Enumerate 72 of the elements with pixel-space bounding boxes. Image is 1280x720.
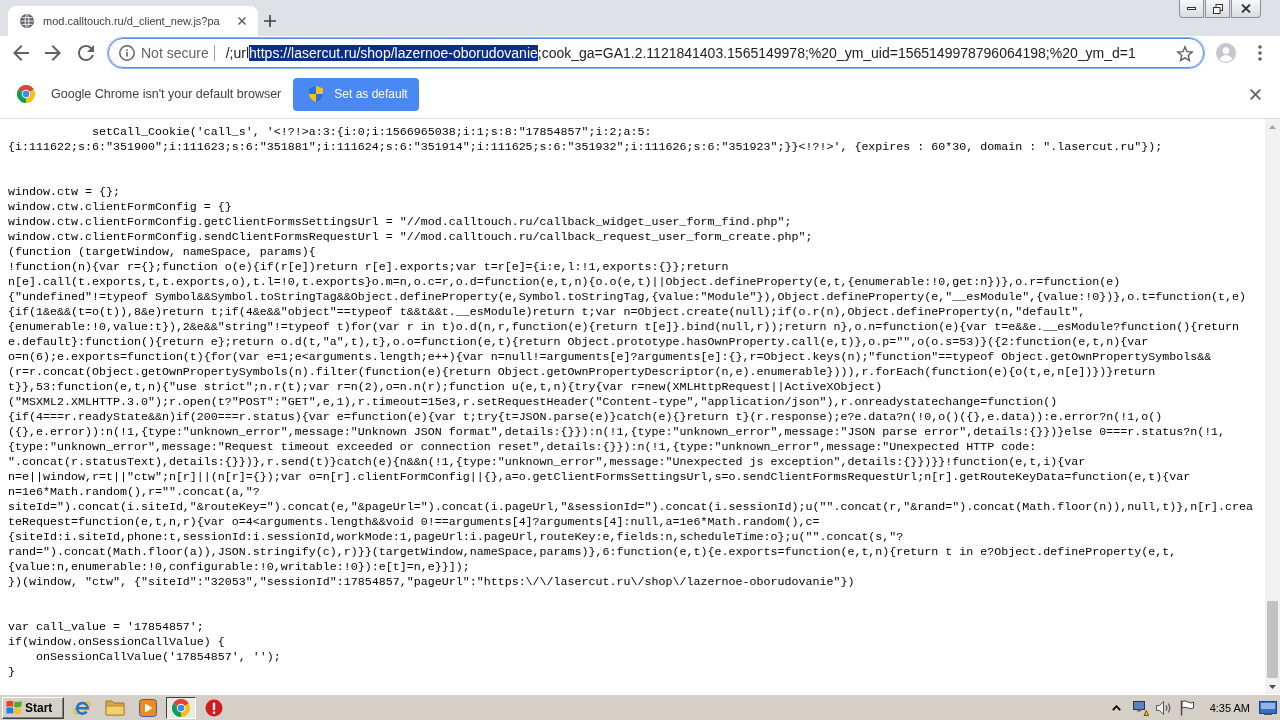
security-indicator[interactable]: Not secure bbox=[119, 45, 209, 61]
close-icon bbox=[238, 17, 246, 25]
code-line: ("MSXML2.XMLHTTP.3.0");r.open(t?"POST":"GET",e,1),r.timeout=15e3,r.setRequestHeader("Content-type","application/json"),r.onreadystatechange=function() bbox=[8, 394, 1058, 410]
code-line: siteId=").concat(i.siteId,"&routeKey=").concat(e,"&pageUrl=").concat(i.pageUrl,"&sessionId=").concat(i.sessionId);u("".concat(r,"&rand=").concat(Math.floor(n)),null,t)},n[r].crea bbox=[8, 499, 1254, 515]
code-line: ({},e.error)):n(!1,{type:"unknown_error",message:"Unknown JSON format",details:{}}):n(!1,{type:"unknown_error",message:"JSON parse error",details:{}})}else 0===r.status?n(!1, bbox=[8, 424, 1226, 440]
code-line: {"undefined"!=typeof Symbol&&Symbol.toStringTag&&Object.defineProperty(e,Symbol.toStringTag,{value:"Module"}),Object.defineProperty(e,"__esModule",{value:!0})},o.t=function(t,e) bbox=[8, 289, 1247, 305]
forward-arrow-icon bbox=[45, 45, 61, 61]
code-line: teRequest=function(e,t,n,r){var o=4<arguments.length&&void 0!==arguments[4]?arguments[4]:null,a=1e6*Math.random(),c= bbox=[8, 514, 820, 530]
star-icon bbox=[1176, 44, 1194, 62]
code-line: {i:111622;s:6:"351900";i:111623;s:6:"351881";i:111624;s:6:"351914";i:111625;s:6:"351932";i:111626;s:6:"351923";}}<!?!>', {expires : 60*30, domain : ".lasercut.ru"}); bbox=[8, 139, 1163, 155]
logo-icon bbox=[17, 85, 35, 103]
code-line: !function(n){var r={};function o(e){if(r[e])return r[e].exports;var t=r[e]={i:e,l:!1,exports:{}};return bbox=[8, 259, 729, 275]
reload-icon bbox=[78, 45, 94, 61]
close-window-button[interactable] bbox=[1231, 0, 1261, 18]
shield-icon bbox=[309, 86, 324, 102]
minimize-button[interactable] bbox=[1179, 0, 1204, 18]
plus-icon bbox=[264, 15, 276, 27]
code-line: (function (targetWindow, nameSpace, params){ bbox=[8, 244, 316, 260]
exclamation-icon bbox=[205, 698, 223, 717]
code-line: onSessionCallValue('17854857', ''); bbox=[34, 649, 281, 665]
speaker-icon[interactable] bbox=[1155, 700, 1172, 715]
down-arrow-icon[interactable] bbox=[1269, 684, 1276, 689]
start-button[interactable]: Start bbox=[2, 696, 64, 719]
code-line: rand=").concat(Math.floor(a)),JSON.stringify(c),r)}}(targetWindow,nameSpace,params)},6:function(e,t){e.exports=function(e,t,n){return t in e?Object.defineProperty(e,t, bbox=[8, 544, 1177, 560]
code-line: n=1e6*Math.random(),r="".concat(a,"? bbox=[8, 484, 260, 500]
code-line: if(window.onSessionCallValue) { bbox=[8, 634, 225, 650]
code-line: {type:"unknown_error",message:"Request timeout exceeded or connection reset",details:{}}):n(!1,{type:"unknown_error",message:"Unexpected HTTP code: bbox=[8, 439, 1037, 455]
network-warning-icon[interactable] bbox=[1132, 699, 1149, 716]
close-icon bbox=[1241, 4, 1251, 13]
code-line: window.ctw.clientFormConfig = {} bbox=[8, 199, 232, 215]
code-line: n=e||window,r=t||"ctw";n[r]||(n[r]={});var o=n[r].clientFormConfig||{},a=o.getClientFormsSettingsUrl,s=o.sendClientFormsRequestUrl;n[r].getRouteKeyData=function(e,t){var bbox=[8, 469, 1191, 485]
code-line: {enumerable:!0,value:t}),2&e&&"string"!=typeof t)for(var r in t)o.d(n,r,function(e){return t[e]}.bind(null,r));return n},o.n=function(e){var t=e&&e.__esModule?function(){return bbox=[8, 319, 1240, 335]
code-line: {value:n,enumerable:!0,configurable:!0,writable:!0}):e[t]=n,e}}]); bbox=[8, 559, 470, 575]
vertical-scrollbar[interactable] bbox=[1265, 119, 1280, 694]
code-line: window.ctw = {}; bbox=[8, 184, 120, 200]
flag-icon[interactable] bbox=[1179, 699, 1194, 716]
code-line: t}},53:function(e,t,n){"use strict";n.r(t);var r=n(2),o=n.n(r);function u(e,t,n){try{var r=new(XMLHttpRequest||ActiveXObject) bbox=[8, 379, 883, 395]
browser-tab[interactable]: mod.calltouch.ru/d_client_new.js?pa bbox=[8, 6, 258, 36]
round-logo-icon bbox=[172, 698, 190, 717]
close-icon bbox=[1249, 88, 1261, 100]
code-line: ".concat(r.statusText),details:{}})},r.send(t)}catch(e){n&&n(!1,{type:"unknown_error",message:"Unexpected js exception",details:{}})}}!function(e,t,i){var bbox=[8, 454, 1086, 470]
code-line: (r=r.concat(Object.getOwnPropertySymbols(n).filter(function(e){return Object.getOwnPropertyDescriptor(n,e).enumerable}))),r.forEach(function(e){o(t,e,n[e])})}return bbox=[8, 364, 1156, 380]
back-arrow-icon bbox=[13, 45, 29, 61]
caret-up-icon[interactable] bbox=[1111, 704, 1121, 711]
show-desktop-icon[interactable] bbox=[1259, 700, 1277, 715]
code-line: })(window, "ctw", {"siteId":"32053","sessionId":17854857,"pageUrl":"https:\/\/lasercut.ru\/shop\/lazernoe-oborudovanie"}) bbox=[8, 574, 855, 590]
code-line: window.ctw.clientFormConfig.sendClientFormsRequestUrl = "//mod.calltouch.ru/callback_request_user_form_create.php"; bbox=[8, 229, 813, 245]
infobar-message: Google Chrome isn't your default browser bbox=[51, 87, 282, 101]
globe-icon bbox=[20, 14, 34, 28]
scrollbar-thumb[interactable] bbox=[1267, 601, 1278, 678]
code-line: o=n(6);e.exports=function(t){for(var e=1;e<arguments.length;e++){var n=null!=arguments[e]?arguments[e]:{},r=Object.keys(n);"function"==typeof Object.getOwnPropertySymbols&& bbox=[8, 349, 1212, 365]
code-line: setCall_Cookie('call_s', '<!?!>a:3:{i:0;i:1566965038;i:1;s:8:"17854857";i:2;a:5: bbox=[90, 124, 652, 140]
code-line: {siteId:i.siteId,phone:t,sessionId:i.sessionId,workMode:1,pageUrl:i.pageUrl,routeKey:e,fields:n,scheduleTime:o};u("".concat(s,"? bbox=[8, 529, 904, 545]
code-line: } bbox=[8, 664, 15, 680]
folder-icon bbox=[105, 699, 125, 716]
code-line: {if(1&e&&(t=o(t)),8&e)return t;if(4&e&&"object"==typeof t&&t&&t.__esModule)return t;var n=Object.create(null);if(o.r(n),Object.defineProperty(n,"default", bbox=[8, 304, 1086, 320]
code-line: window.ctw.clientFormConfig.getClientFormsSettingsUrl = "//mod.calltouch.ru/callback_widget_user_form_find.php"; bbox=[8, 214, 792, 230]
restore-icon bbox=[1212, 3, 1223, 14]
code-line: n[e].call(t.exports,t,t.exports,o),t.l=!0,t.exports}o.m=n,o.c=r,o.d=function(e,t,n){o.o(e,t)||Object.defineProperty(e,t,{enumerable:!0,get:n})},o.r=function(e) bbox=[8, 274, 1121, 290]
menu-icon bbox=[1258, 45, 1262, 61]
start-logo-icon bbox=[6, 700, 22, 715]
avatar-icon bbox=[1216, 43, 1236, 63]
url-text: /;urlhttps://lasercut.ru/shop/lazernoe-oborudovanie;cook_ga=GA1.2.1121841403.1565149978;%20_ym_uid=1565149978796064198;%20_ym_d=1 bbox=[225, 45, 1136, 61]
info-icon bbox=[119, 45, 135, 61]
code-line: e.default}:function(){return e};return o.d(t,"a",t),t},o.o=function(e,t){return Object.prototype.hasOwnProperty.call(e,t)},o.p="",o(o.s=53)}({2:function(e,t,n){var bbox=[8, 334, 1149, 350]
play-icon bbox=[139, 698, 157, 717]
code-line: {if(4===r.readyState&&n)if(200===r.status){var e=function(e){var t;try{t=JSON.parse(e)}catch(e){}return t}(r.response);e?e.data?n(!0,o()({},e.data)):e.error?n(!1,o() bbox=[8, 409, 1163, 425]
clock-time[interactable]: 4:35 AM bbox=[1209, 701, 1250, 714]
restore-button[interactable] bbox=[1205, 0, 1230, 18]
code-line: var call_value = '17854857'; bbox=[8, 619, 204, 635]
taskbar-button[interactable] bbox=[166, 696, 196, 719]
minimize-icon bbox=[1187, 7, 1196, 10]
